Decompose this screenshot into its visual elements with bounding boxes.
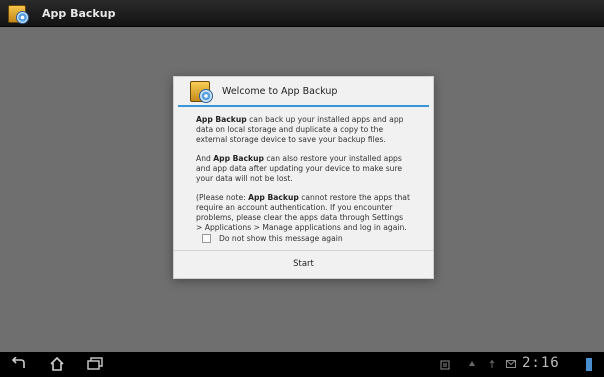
back-icon[interactable] (10, 357, 26, 371)
app-title: App Backup (42, 6, 116, 20)
welcome-dialog: Welcome to App Backup App Backup can bac… (173, 76, 434, 279)
system-bar: 2:16 (0, 352, 604, 377)
wifi-icon (469, 361, 475, 366)
dont-show-again-label: Do not show this message again (219, 234, 343, 243)
dialog-title: Welcome to App Backup (222, 85, 338, 97)
dialog-body: App Backup can back up your installed ap… (174, 107, 433, 233)
dont-show-again-checkbox[interactable] (202, 234, 211, 243)
dont-show-again-row[interactable]: Do not show this message again (202, 234, 343, 243)
screenshot-icon (440, 360, 450, 370)
home-icon[interactable] (49, 357, 65, 371)
dialog-paragraph: And App Backup can also restore your ins… (196, 154, 403, 183)
recent-apps-icon[interactable] (87, 357, 103, 371)
dialog-paragraph: App Backup can back up your installed ap… (196, 115, 404, 144)
app-backup-icon[interactable] (8, 4, 29, 24)
dialog-paragraph: (Please note: App Backup cannot restore … (196, 193, 410, 232)
app-backup-icon (190, 81, 213, 103)
battery-icon (586, 358, 592, 371)
usb-icon (489, 360, 495, 368)
clock[interactable]: 2:16 (522, 355, 560, 371)
email-icon (506, 360, 516, 368)
dialog-header: Welcome to App Backup (178, 77, 429, 107)
start-button[interactable]: Start (174, 251, 433, 277)
action-bar: App Backup (0, 0, 604, 27)
